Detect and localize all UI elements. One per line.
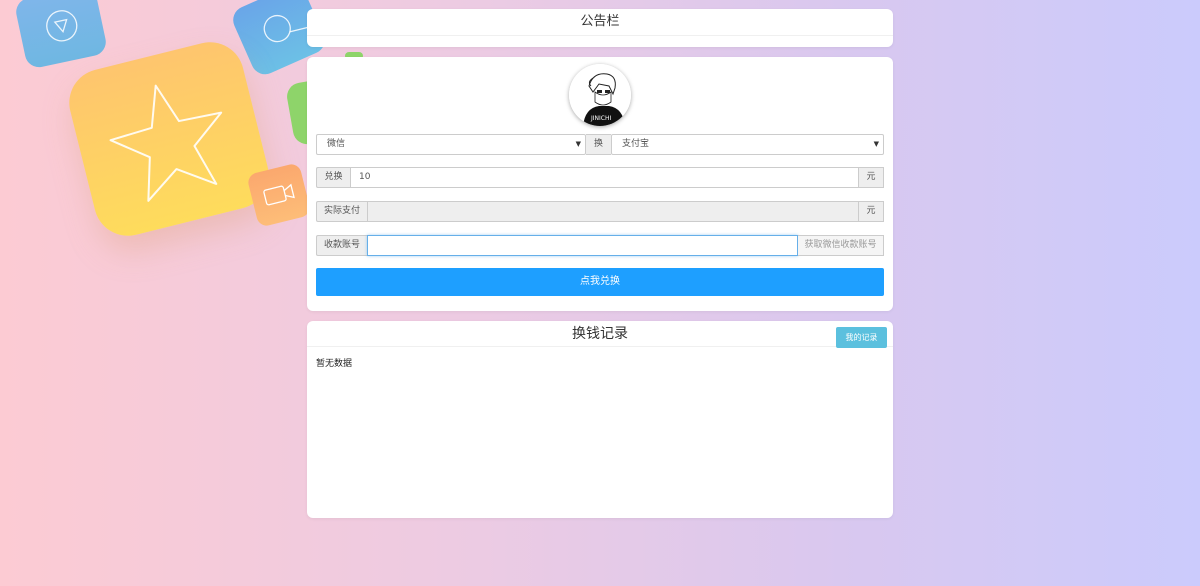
from-currency-select[interactable]: 微信 ▼ <box>316 134 586 155</box>
swap-label: 换 <box>586 134 611 155</box>
actual-payment-row: 实际支付 元 <box>316 201 884 222</box>
chevron-down-icon: ▼ <box>873 140 879 148</box>
exchange-amount-input[interactable]: 10 <box>350 167 859 188</box>
decor-star-tile <box>62 34 276 244</box>
exchange-unit: 元 <box>859 167 884 188</box>
account-row: 收款账号 获取微信收款账号 <box>316 235 884 256</box>
account-label: 收款账号 <box>316 235 367 256</box>
currency-select-row: 微信 ▼ 换 支付宝 ▼ <box>316 134 884 155</box>
to-currency-select[interactable]: 支付宝 ▼ <box>611 134 884 155</box>
star-icon <box>109 84 223 202</box>
account-input[interactable] <box>367 235 798 256</box>
records-panel: 换钱记录 我的记录 暂无数据 <box>307 321 893 518</box>
actual-payment-input <box>367 201 859 222</box>
actual-payment-label: 实际支付 <box>316 201 367 222</box>
from-currency-value: 微信 <box>327 139 346 149</box>
video-camera-icon <box>263 183 295 206</box>
to-currency-value: 支付宝 <box>622 139 650 149</box>
exchange-form-panel: JINICHI 微信 ▼ 换 支付宝 ▼ 兑换 10 元 实际支付 元 收款账号… <box>307 57 893 311</box>
empty-records-text: 暂无数据 <box>316 359 353 369</box>
exchange-amount-row: 兑换 10 元 <box>316 167 884 188</box>
my-records-button[interactable]: 我的记录 <box>836 327 887 348</box>
notice-title: 公告栏 <box>307 9 893 36</box>
exchange-label: 兑换 <box>316 167 350 188</box>
submit-exchange-button[interactable]: 点我兑换 <box>316 268 884 296</box>
actual-payment-unit: 元 <box>859 201 884 222</box>
svg-text:JINICHI: JINICHI <box>590 115 611 122</box>
decor-video-tile <box>246 162 312 228</box>
notice-panel: 公告栏 <box>307 9 893 47</box>
chevron-down-icon: ▼ <box>575 140 581 148</box>
get-account-button[interactable]: 获取微信收款账号 <box>798 235 884 256</box>
decor-play-tile <box>13 0 109 70</box>
play-triangle-icon <box>46 10 78 42</box>
records-title: 换钱记录 <box>307 321 893 347</box>
avatar: JINICHI <box>569 64 631 126</box>
avatar-image: JINICHI <box>569 64 631 126</box>
